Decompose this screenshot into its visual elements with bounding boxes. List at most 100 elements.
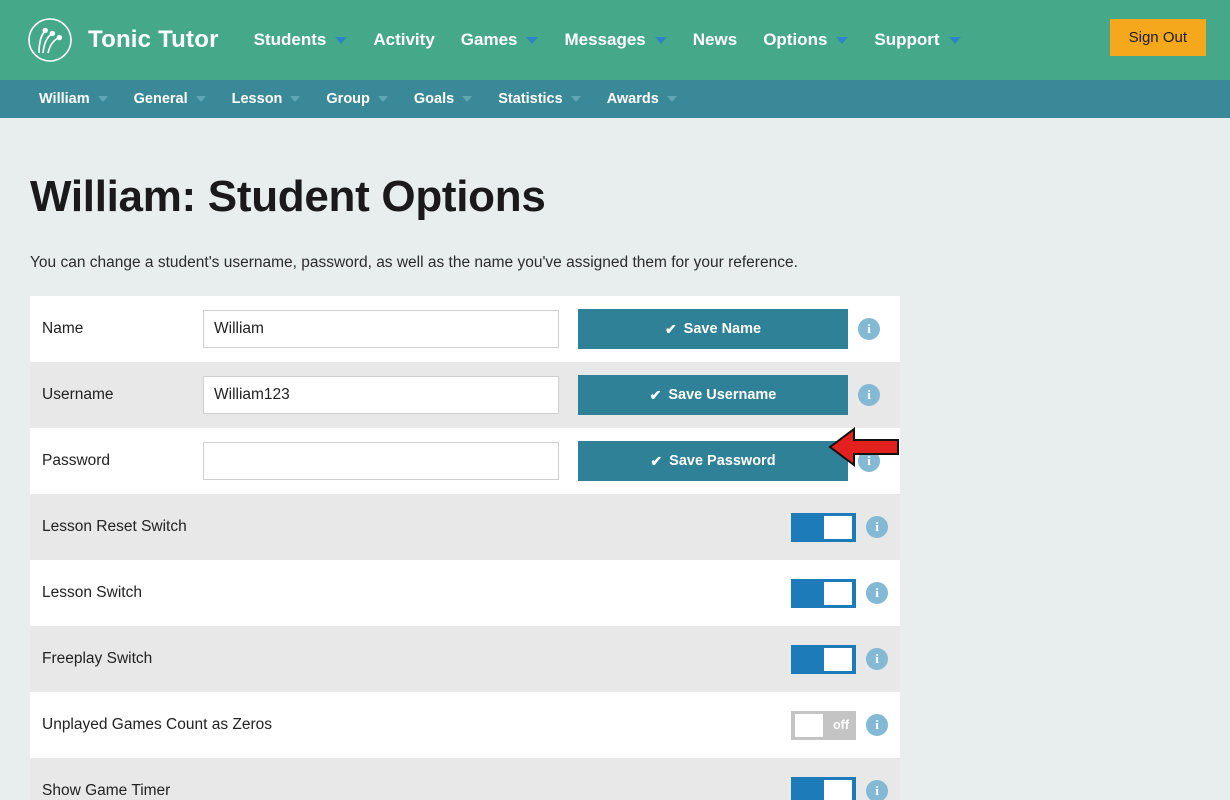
- nav-label: Options: [763, 0, 827, 80]
- save-username-button[interactable]: ✔ Save Username: [578, 375, 848, 415]
- subnav-label: Lesson: [232, 80, 283, 118]
- nav-item-options[interactable]: Options: [750, 0, 861, 80]
- nav-label: Activity: [373, 0, 434, 80]
- nav-item-messages[interactable]: Messages: [551, 0, 679, 80]
- nav-item-students[interactable]: Students: [241, 0, 361, 80]
- info-icon[interactable]: i: [858, 384, 880, 406]
- subnav-item-awards[interactable]: Awards: [594, 80, 690, 118]
- freeplay-switch-toggle[interactable]: [791, 645, 856, 674]
- show-game-timer-toggle[interactable]: [791, 777, 856, 800]
- row-controls: off i: [791, 711, 900, 740]
- page-description: You can change a student's username, pas…: [30, 254, 1200, 272]
- subnav-item-william[interactable]: William: [26, 80, 121, 118]
- page-content: William: Student Options You can change …: [0, 172, 1230, 800]
- chevron-down-icon: [196, 96, 206, 102]
- nav-label: Support: [874, 0, 939, 80]
- chevron-down-icon: [949, 37, 961, 44]
- nav-label: Messages: [564, 0, 645, 80]
- subnav-label: General: [134, 80, 188, 118]
- table-row-password: Password ✔ Save Password i: [30, 428, 900, 494]
- page-title: William: Student Options: [30, 172, 1200, 222]
- table-row-unplayed-games-count-as-zeros: Unplayed Games Count as Zeros off i: [30, 692, 900, 758]
- info-icon[interactable]: i: [866, 648, 888, 670]
- brand-name[interactable]: Tonic Tutor: [88, 26, 219, 54]
- info-icon[interactable]: i: [866, 780, 888, 800]
- table-row-name: Name ✔ Save Name i: [30, 296, 900, 362]
- student-options-table: Name ✔ Save Name i Username ✔ Save Usern…: [30, 296, 900, 800]
- info-icon[interactable]: i: [866, 714, 888, 736]
- lesson-switch-toggle[interactable]: [791, 579, 856, 608]
- toggle-knob: [824, 516, 852, 539]
- row-label: Name: [42, 320, 203, 338]
- chevron-down-icon: [836, 37, 848, 44]
- row-controls: i: [791, 513, 900, 542]
- primary-header: Tonic Tutor Students Activity Games Mess…: [0, 0, 1230, 80]
- chevron-down-icon: [98, 96, 108, 102]
- subnav-item-lesson[interactable]: Lesson: [219, 80, 314, 118]
- nav-label: Students: [254, 0, 327, 80]
- save-username-label: Save Username: [668, 387, 776, 403]
- name-input[interactable]: [203, 310, 559, 348]
- check-icon: ✔: [665, 322, 677, 336]
- nav-item-games[interactable]: Games: [448, 0, 552, 80]
- subnav-item-statistics[interactable]: Statistics: [485, 80, 593, 118]
- row-controls: i: [791, 645, 900, 674]
- chevron-down-icon: [526, 37, 538, 44]
- info-icon[interactable]: i: [866, 516, 888, 538]
- secondary-navigation: William General Lesson Group Goals Stati…: [0, 80, 1230, 118]
- nav-label: News: [693, 0, 737, 80]
- unplayed-games-count-as-zeros-toggle[interactable]: off: [791, 711, 856, 740]
- save-password-button[interactable]: ✔ Save Password: [578, 441, 848, 481]
- subnav-label: Goals: [414, 80, 454, 118]
- username-input[interactable]: [203, 376, 559, 414]
- nav-item-support[interactable]: Support: [861, 0, 973, 80]
- tonic-tutor-circle-logo-icon[interactable]: [26, 16, 74, 64]
- chevron-down-icon: [667, 96, 677, 102]
- lesson-reset-switch-toggle[interactable]: [791, 513, 856, 542]
- subnav-label: Statistics: [498, 80, 562, 118]
- row-controls: i: [791, 777, 900, 800]
- subnav-item-general[interactable]: General: [121, 80, 219, 118]
- subnav-item-group[interactable]: Group: [313, 80, 401, 118]
- sign-out-button[interactable]: Sign Out: [1110, 19, 1206, 56]
- subnav-label: William: [39, 80, 90, 118]
- table-row-freeplay-switch: Freeplay Switch i: [30, 626, 900, 692]
- info-icon[interactable]: i: [858, 318, 880, 340]
- toggle-off-label: off: [833, 718, 849, 732]
- info-icon[interactable]: i: [866, 582, 888, 604]
- nav-label: Games: [461, 0, 518, 80]
- toggle-knob: [824, 582, 852, 605]
- chevron-down-icon: [571, 96, 581, 102]
- row-label: Lesson Switch: [42, 584, 782, 602]
- table-row-lesson-switch: Lesson Switch i: [30, 560, 900, 626]
- row-label: Password: [42, 452, 203, 470]
- chevron-down-icon: [378, 96, 388, 102]
- chevron-down-icon: [335, 37, 347, 44]
- save-name-button[interactable]: ✔ Save Name: [578, 309, 848, 349]
- check-icon: ✔: [650, 454, 662, 468]
- toggle-knob: [824, 780, 852, 800]
- subnav-label: Group: [326, 80, 370, 118]
- row-label: Lesson Reset Switch: [42, 518, 782, 536]
- table-row-lesson-reset-switch: Lesson Reset Switch i: [30, 494, 900, 560]
- table-row-username: Username ✔ Save Username i: [30, 362, 900, 428]
- row-label: Freeplay Switch: [42, 650, 782, 668]
- subnav-item-goals[interactable]: Goals: [401, 80, 485, 118]
- toggle-knob: [824, 648, 852, 671]
- row-label: Username: [42, 386, 203, 404]
- info-icon[interactable]: i: [858, 450, 880, 472]
- save-name-label: Save Name: [684, 321, 761, 337]
- row-label: Unplayed Games Count as Zeros: [42, 716, 782, 734]
- nav-item-activity[interactable]: Activity: [360, 0, 447, 80]
- chevron-down-icon: [655, 37, 667, 44]
- password-input[interactable]: [203, 442, 559, 480]
- toggle-knob: [795, 714, 823, 737]
- check-icon: ✔: [650, 388, 662, 402]
- save-password-label: Save Password: [669, 453, 775, 469]
- row-controls: i: [791, 579, 900, 608]
- subnav-label: Awards: [607, 80, 659, 118]
- chevron-down-icon: [462, 96, 472, 102]
- row-label: Show Game Timer: [42, 782, 782, 800]
- nav-item-news[interactable]: News: [680, 0, 750, 80]
- main-navigation: Students Activity Games Messages News Op…: [241, 0, 974, 80]
